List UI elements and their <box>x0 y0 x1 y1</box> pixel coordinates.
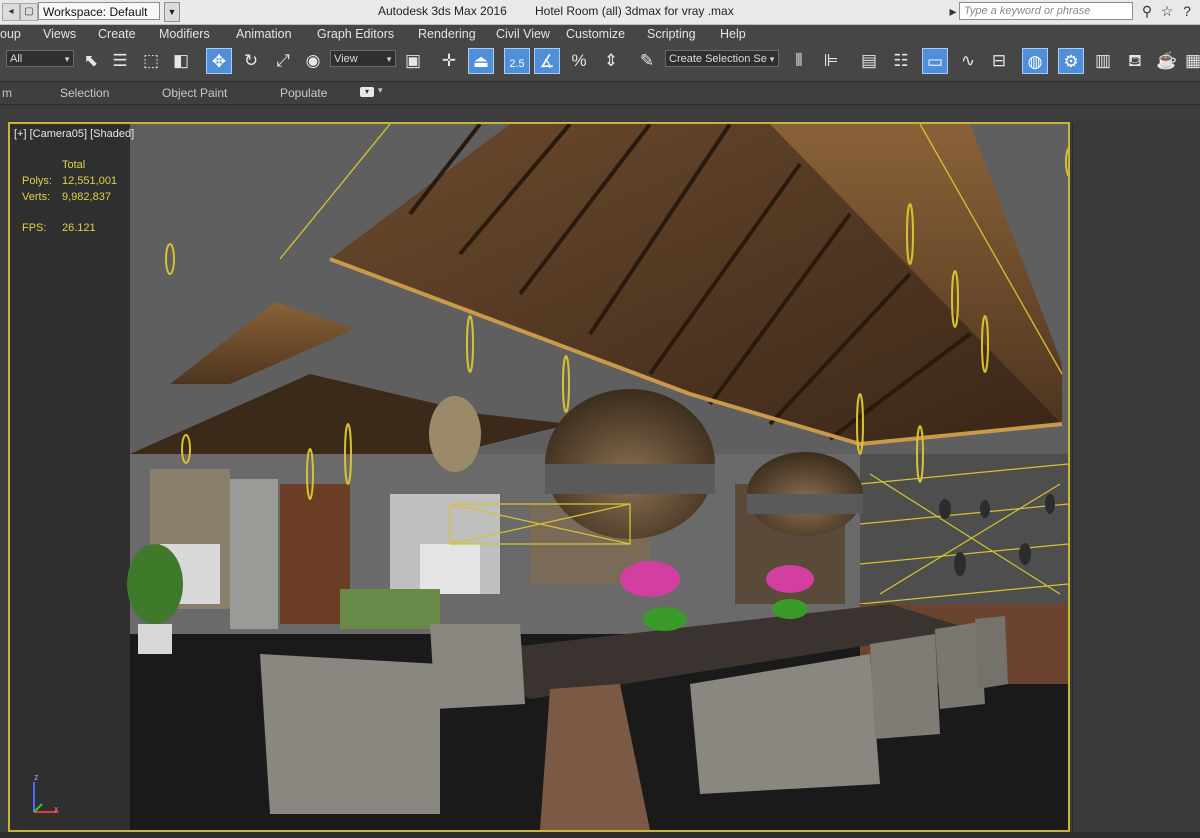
menu-modifiers[interactable]: Modifiers <box>159 27 210 41</box>
chevron-down-icon: ▼ <box>63 55 71 64</box>
star-icon[interactable]: ☆ <box>1158 2 1176 20</box>
axis-x-label: x <box>54 804 59 814</box>
title-bar: ◂ ▢ Workspace: Default ▼ Autodesk 3ds Ma… <box>0 0 1200 25</box>
select-and-move-icon[interactable]: ✥ <box>206 48 232 74</box>
menu-bar: oup Views Create Modifiers Animation Gra… <box>0 25 1200 45</box>
stats-verts-label: Verts: <box>22 191 51 203</box>
menu-customize[interactable]: Customize <box>566 27 625 41</box>
manipulate-icon[interactable]: ✛ <box>436 48 462 74</box>
ribbon-tab-object-paint[interactable]: Object Paint <box>162 86 227 100</box>
chevron-down-icon: ▼ <box>385 55 393 64</box>
edit-named-selection-icon[interactable]: ✎ <box>634 48 660 74</box>
render-production-icon[interactable]: ⛾ <box>1122 48 1148 74</box>
named-selection-select[interactable]: Create Selection Se ▼ <box>665 50 779 67</box>
door-lattice <box>280 484 350 624</box>
app-title: Autodesk 3ds Max 2016 <box>378 4 507 18</box>
snaps-toggle-icon[interactable]: 2.5 <box>504 48 530 74</box>
stats-polys-value: 12,551,001 <box>62 175 118 187</box>
select-object-icon[interactable]: ⬉ <box>78 48 104 74</box>
menu-group[interactable]: oup <box>0 27 21 41</box>
chair-mid-left <box>430 624 525 709</box>
select-and-rotate-icon[interactable]: ↻ <box>238 48 264 74</box>
align-icon[interactable]: ⊫ <box>818 48 844 74</box>
layer-manager-icon[interactable]: ▤ <box>856 48 882 74</box>
menu-help[interactable]: Help <box>720 27 746 41</box>
viewport-label[interactable]: [+] [Camera05] [Shaded] <box>14 128 134 140</box>
render-activeshade-icon[interactable]: ▦ <box>1180 48 1200 74</box>
search-input[interactable]: Type a keyword or phrase <box>959 2 1133 20</box>
ribbon-tab-selection[interactable]: Selection <box>60 86 109 100</box>
scene-explorer-icon[interactable]: ☷ <box>888 48 914 74</box>
window-crossing-icon[interactable]: ◧ <box>168 48 194 74</box>
stats-verts-value: 9,982,837 <box>62 191 111 203</box>
toggle-ribbon-icon[interactable]: ▭ <box>922 48 948 74</box>
orchid-left <box>620 561 680 597</box>
menu-civil-view[interactable]: Civil View <box>496 27 550 41</box>
curve-editor-icon[interactable]: ∿ <box>955 48 981 74</box>
sofa <box>340 589 440 629</box>
pivot-center-icon[interactable]: ▣ <box>400 48 426 74</box>
workspace-dropdown-icon[interactable]: ▼ <box>164 2 180 22</box>
menu-views[interactable]: Views <box>43 27 76 41</box>
schematic-view-icon[interactable]: ⊟ <box>986 48 1012 74</box>
stats-fps-label: FPS: <box>22 222 47 234</box>
file-title: Hotel Room (all) 3dmax for vray .max <box>535 4 734 18</box>
angle-snap-icon[interactable]: ∡ <box>534 48 560 74</box>
menu-graph-editors[interactable]: Graph Editors <box>317 27 394 41</box>
place-object-icon[interactable]: ◉ <box>300 48 326 74</box>
reference-coordinate-value: View <box>334 53 358 65</box>
main-toolbar: All ▼ ⬉ ☰ ⬚ ◧ ✥ ↻ ⤢ ◉ View ▼ ▣ ✛ ⏏ 2.5 ∡ %… <box>0 45 1200 82</box>
orchid-right <box>766 565 814 593</box>
selection-filter-select[interactable]: All ▼ <box>6 50 74 67</box>
menu-create[interactable]: Create <box>98 27 136 41</box>
stats-total-label: Total <box>62 159 86 171</box>
camera-viewport[interactable]: [+] [Camera05] [Shaded] Total Polys: 12,… <box>8 122 1070 832</box>
help-icon[interactable]: ? <box>1178 2 1196 20</box>
mirror-icon[interactable]: ⫴ <box>786 48 812 74</box>
material-editor-icon[interactable]: ◍ <box>1022 48 1048 74</box>
select-and-scale-icon[interactable]: ⤢ <box>270 48 296 74</box>
menu-scripting[interactable]: Scripting <box>647 27 696 41</box>
app-menu-icon[interactable]: ◂ <box>2 3 20 21</box>
menu-rendering[interactable]: Rendering <box>418 27 476 41</box>
ribbon-bar: m Selection Object Paint Populate ▾ ▾ <box>0 82 1200 105</box>
chevron-down-icon: ▼ <box>768 55 776 64</box>
command-panel[interactable] <box>1072 122 1200 838</box>
named-selection-value: Create Selection Se <box>669 53 767 65</box>
menu-animation[interactable]: Animation <box>236 27 292 41</box>
render-iterative-icon[interactable]: ☕ <box>1154 48 1180 74</box>
spinner-snap-icon[interactable]: ⇕ <box>598 48 624 74</box>
plant-left <box>127 544 183 624</box>
ribbon-minimize-icon[interactable]: ▾ <box>360 87 374 97</box>
pendant-lantern <box>429 396 481 472</box>
status-strip <box>0 832 1200 838</box>
keyboard-shortcut-toggle-icon[interactable]: ⏏ <box>468 48 494 74</box>
selection-filter-value: All <box>10 53 23 65</box>
axis-z-label: z <box>34 772 39 782</box>
axis-gizmo-icon <box>33 782 58 813</box>
percent-snap-icon[interactable]: % <box>566 48 592 74</box>
rectangular-region-icon[interactable]: ⬚ <box>138 48 164 74</box>
binoculars-icon[interactable]: ⚲ <box>1138 2 1156 20</box>
reference-coordinate-select[interactable]: View ▼ <box>330 50 396 67</box>
ribbon-tab-populate[interactable]: Populate <box>280 86 327 100</box>
rendered-frame-window-icon[interactable]: ▥ <box>1090 48 1116 74</box>
quick-access-icon[interactable]: ▢ <box>20 3 38 21</box>
ribbon-options-icon[interactable]: ▾ <box>378 85 383 96</box>
render-setup-icon[interactable]: ⚙ <box>1058 48 1084 74</box>
workspace-select[interactable]: Workspace: Default <box>38 2 160 20</box>
snaps-toggle-label: 2.5 <box>509 58 525 70</box>
chair-front-left <box>260 654 440 814</box>
stats-fps-value: 26.121 <box>62 222 96 234</box>
ribbon-tab-modeling[interactable]: m <box>2 86 12 100</box>
select-by-name-icon[interactable]: ☰ <box>107 48 133 74</box>
scene-render <box>10 124 1068 830</box>
stats-polys-label: Polys: <box>22 175 52 187</box>
